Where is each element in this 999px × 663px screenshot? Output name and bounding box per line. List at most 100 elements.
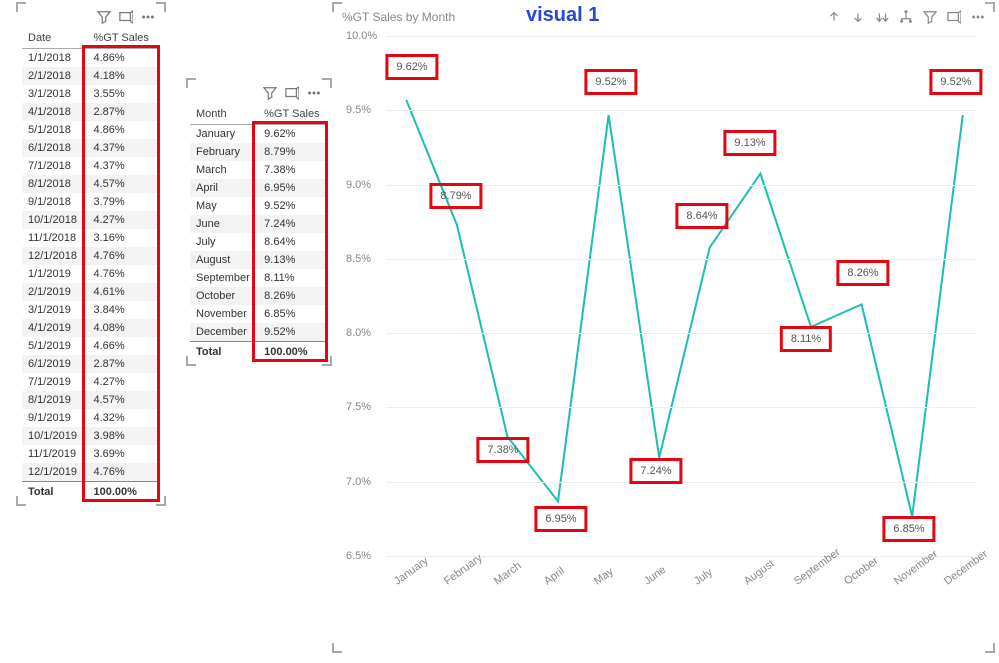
filter-icon[interactable]: [97, 10, 111, 24]
y-axis-tick-label: 9.5%: [346, 104, 371, 116]
cell-key: 11/1/2018: [22, 229, 88, 247]
table-row[interactable]: 6/1/20184.37%: [22, 139, 160, 157]
table-row[interactable]: 5/1/20194.66%: [22, 337, 160, 355]
cell-key: 3/1/2019: [22, 301, 88, 319]
cell-value: 4.32%: [88, 409, 161, 427]
y-axis-tick-label: 6.5%: [346, 550, 371, 562]
cell-value: 3.16%: [88, 229, 161, 247]
y-axis-tick-label: 9.0%: [346, 179, 371, 191]
more-icon[interactable]: [307, 86, 321, 100]
cell-value: 2.87%: [88, 103, 161, 121]
table-row[interactable]: 4/1/20194.08%: [22, 319, 160, 337]
y-axis-tick-label: 8.5%: [346, 253, 371, 265]
cell-value: 6.95%: [258, 179, 328, 197]
cell-value: 9.52%: [258, 197, 328, 215]
cell-value: 2.87%: [88, 355, 161, 373]
focus-mode-icon[interactable]: [119, 10, 133, 24]
table-row[interactable]: 10/1/20184.27%: [22, 211, 160, 229]
drill-down-icon[interactable]: [851, 10, 865, 27]
y-axis-tick-label: 8.0%: [346, 327, 371, 339]
table-row[interactable]: 7/1/20184.37%: [22, 157, 160, 175]
cell-key: October: [190, 287, 258, 305]
table-row[interactable]: May9.52%: [190, 197, 328, 215]
table-row[interactable]: March7.38%: [190, 161, 328, 179]
cell-value: 4.66%: [88, 337, 161, 355]
hierarchy-icon[interactable]: [899, 10, 913, 27]
table-row[interactable]: January9.62%: [190, 125, 328, 144]
cell-key: 9/1/2018: [22, 193, 88, 211]
table-row[interactable]: April6.95%: [190, 179, 328, 197]
cell-key: 7/1/2019: [22, 373, 88, 391]
table-row[interactable]: October8.26%: [190, 287, 328, 305]
table-row[interactable]: 1/1/20194.76%: [22, 265, 160, 283]
cell-key: January: [190, 125, 258, 144]
expand-all-icon[interactable]: [875, 10, 889, 27]
cell-value: 7.24%: [258, 215, 328, 233]
table-row[interactable]: June7.24%: [190, 215, 328, 233]
table-row[interactable]: July8.64%: [190, 233, 328, 251]
cell-key: July: [190, 233, 258, 251]
table-row[interactable]: 7/1/20194.27%: [22, 373, 160, 391]
chart-line[interactable]: [406, 100, 963, 516]
cell-value: 3.98%: [88, 427, 161, 445]
chart-plot-area[interactable]: 6.5%7.0%7.5%8.0%8.5%9.0%9.5%10.0%9.62%8.…: [386, 36, 983, 596]
col-header-sales[interactable]: %GT Sales: [88, 28, 161, 49]
table-row[interactable]: 8/1/20184.57%: [22, 175, 160, 193]
drill-up-icon[interactable]: [827, 10, 841, 27]
focus-mode-icon[interactable]: [947, 10, 961, 27]
cell-value: 9.62%: [258, 125, 328, 144]
date-table[interactable]: Date %GT Sales 1/1/20184.86%2/1/20184.18…: [22, 28, 160, 502]
cell-value: 4.37%: [88, 139, 161, 157]
cell-value: 6.85%: [258, 305, 328, 323]
total-label: Total: [190, 342, 258, 363]
table-row[interactable]: 12/1/20184.76%: [22, 247, 160, 265]
table-row[interactable]: 10/1/20193.98%: [22, 427, 160, 445]
table-row[interactable]: 12/1/20194.76%: [22, 463, 160, 482]
y-axis-tick-label: 7.5%: [346, 401, 371, 413]
visual-label: visual 1: [526, 4, 599, 27]
table-row[interactable]: 2/1/20184.18%: [22, 67, 160, 85]
col-header-sales[interactable]: %GT Sales: [258, 104, 328, 125]
table-visual-date: Date %GT Sales 1/1/20184.86%2/1/20184.18…: [20, 6, 162, 502]
cell-key: 4/1/2018: [22, 103, 88, 121]
col-header-month[interactable]: Month: [190, 104, 258, 125]
col-header-date[interactable]: Date: [22, 28, 88, 49]
cell-value: 4.08%: [88, 319, 161, 337]
table-row[interactable]: December9.52%: [190, 323, 328, 342]
cell-key: 9/1/2019: [22, 409, 88, 427]
cell-key: 2/1/2019: [22, 283, 88, 301]
table-row[interactable]: February8.79%: [190, 143, 328, 161]
cell-key: August: [190, 251, 258, 269]
table-row[interactable]: September8.11%: [190, 269, 328, 287]
table-row[interactable]: August9.13%: [190, 251, 328, 269]
filter-icon[interactable]: [923, 10, 937, 27]
table-row[interactable]: 11/1/20193.69%: [22, 445, 160, 463]
cell-key: 10/1/2019: [22, 427, 88, 445]
cell-key: May: [190, 197, 258, 215]
cell-key: 7/1/2018: [22, 157, 88, 175]
cell-key: 2/1/2018: [22, 67, 88, 85]
more-icon[interactable]: [971, 10, 985, 27]
table-row[interactable]: November6.85%: [190, 305, 328, 323]
table-row[interactable]: 3/1/20193.84%: [22, 301, 160, 319]
month-table[interactable]: Month %GT Sales January9.62%February8.79…: [190, 104, 328, 362]
more-icon[interactable]: [141, 10, 155, 24]
table-row[interactable]: 2/1/20194.61%: [22, 283, 160, 301]
table-row[interactable]: 9/1/20183.79%: [22, 193, 160, 211]
table-row[interactable]: 1/1/20184.86%: [22, 49, 160, 68]
table-row[interactable]: 11/1/20183.16%: [22, 229, 160, 247]
table-row[interactable]: 6/1/20192.87%: [22, 355, 160, 373]
cell-value: 4.61%: [88, 283, 161, 301]
filter-icon[interactable]: [263, 86, 277, 100]
focus-mode-icon[interactable]: [285, 86, 299, 100]
table-row[interactable]: 4/1/20182.87%: [22, 103, 160, 121]
table-row[interactable]: 9/1/20194.32%: [22, 409, 160, 427]
chart-title: %GT Sales by Month: [342, 10, 455, 24]
table-row[interactable]: 8/1/20194.57%: [22, 391, 160, 409]
table-row[interactable]: 3/1/20183.55%: [22, 85, 160, 103]
table-row[interactable]: 5/1/20184.86%: [22, 121, 160, 139]
cell-value: 8.11%: [258, 269, 328, 287]
line-chart-visual: %GT Sales by Month visual 1 6.5%7.0%7.5%…: [336, 6, 991, 649]
cell-key: 12/1/2018: [22, 247, 88, 265]
cell-key: September: [190, 269, 258, 287]
